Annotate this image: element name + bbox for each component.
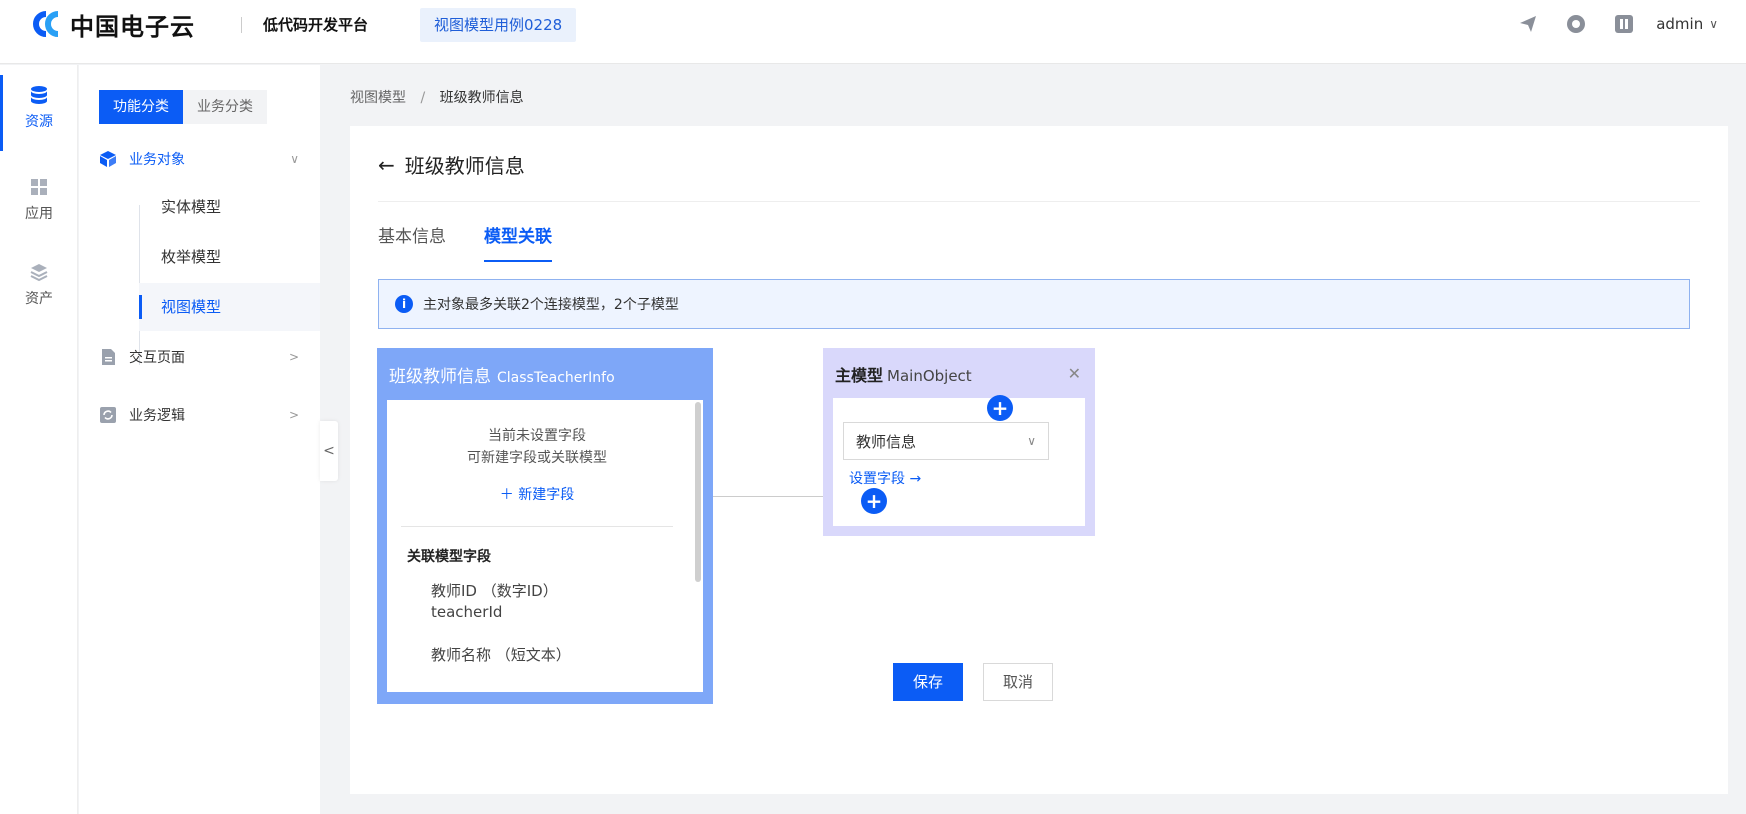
layers-icon [0,262,78,282]
apps-switch-icon[interactable] [1614,14,1634,34]
top-actions: admin ∨ [1490,10,1718,38]
page-header: ← 班级教师信息 [378,150,525,179]
main-model-select[interactable]: 教师信息 ∨ [843,422,1049,460]
view-model-code: ClassTeacherInfo [497,370,615,386]
chevron-down-icon: ∨ [290,152,299,166]
tab-model-relation[interactable]: 模型关联 [484,222,552,262]
breadcrumb: 视图模型 / 班级教师信息 [350,87,524,107]
relation-connector [713,496,823,497]
main-card: ← 班级教师信息 基本信息 模型关联 i 主对象最多关联2个连接模型，2个子模型… [350,126,1728,794]
rail-item-apps[interactable]: 应用 [0,177,78,223]
info-notice: i 主对象最多关联2个连接模型，2个子模型 [378,279,1690,329]
rail-item-assets[interactable]: 资产 [0,262,78,308]
tabs: 基本信息 模型关联 [378,222,590,262]
field-name: 教师ID （数字ID） [431,582,558,600]
main-model-label: 主模型 [835,366,884,385]
sidebar-group-pages[interactable]: 交互页面 > [99,343,299,371]
fields-scrollbar[interactable] [695,402,701,582]
rail-item-label: 资产 [25,291,53,307]
logic-icon [99,406,117,424]
breadcrumb-current: 班级教师信息 [439,90,524,106]
sidebar-group-label: 业务逻辑 [129,408,185,424]
field-code: teacherId [431,603,503,621]
cube-icon [99,150,117,168]
support-icon[interactable] [1566,14,1586,34]
rail-item-resources[interactable]: 资源 [0,85,78,131]
sidebar-group-business-objects[interactable]: 业务对象 ∨ [99,145,299,173]
header-divider [378,201,1700,202]
breadcrumb-separator: / [420,90,426,106]
brand-name: 中国电子云 [70,12,195,41]
notice-text: 主对象最多关联2个连接模型，2个子模型 [423,297,679,313]
brand-logo[interactable]: 中国电子云 [28,10,195,41]
page-title: 班级教师信息 [404,154,525,178]
chevron-down-icon[interactable]: ∨ [1709,17,1718,31]
secondary-sidebar: 功能分类 业务分类 业务对象 ∨ 实体模型 枚举模型 视图模型 交互页面 > 业… [79,65,320,814]
primary-rail: 资源 应用 资产 [0,65,78,814]
add-connection-model-button[interactable]: + [987,395,1013,421]
sidebar-group-label: 交互页面 [129,350,185,366]
chevron-down-icon: ∨ [1027,434,1036,448]
send-icon[interactable] [1518,14,1538,34]
view-model-name: 班级教师信息 [389,367,491,387]
chevron-right-icon: > [288,350,299,364]
database-icon [0,85,78,105]
sidebar-collapse-button[interactable]: < [320,421,338,481]
category-toggle: 功能分类 业务分类 [99,90,267,124]
brand-logo-icon [28,10,66,38]
main-model-code: MainObject [887,367,972,385]
empty-hint-line-1: 当前未设置字段 [488,428,586,444]
assoc-fields-title: 关联模型字段 [407,549,491,565]
close-icon[interactable]: ✕ [1068,364,1081,383]
main-model-title: 主模型 MainObject [835,362,972,386]
rail-item-label: 资源 [25,114,53,130]
cancel-button[interactable]: 取消 [983,663,1053,701]
segment-functional[interactable]: 功能分类 [99,90,183,124]
user-name[interactable]: admin [1656,15,1703,33]
chevron-right-icon: > [288,408,299,422]
view-model-fields[interactable]: 当前未设置字段 可新建字段或关联模型 ＋ 新建字段 关联模型字段 教师ID （数… [387,400,703,692]
platform-name: 低代码开发平台 [263,16,369,34]
breadcrumb-root[interactable]: 视图模型 [350,90,406,106]
top-bar: 中国电子云 低代码开发平台 视图模型用例0228 admin ∨ [0,0,1746,64]
fields-divider [401,526,673,527]
view-model-title: 班级教师信息 ClassTeacherInfo [389,362,615,387]
save-button[interactable]: 保存 [893,663,963,701]
sidebar-group-logic[interactable]: 业务逻辑 > [99,401,299,429]
tab-basic-info[interactable]: 基本信息 [378,222,446,262]
empty-hint-line-2: 可新建字段或关联模型 [467,450,607,466]
current-app-tag[interactable]: 视图模型用例0228 [420,8,577,42]
grid-icon [0,177,78,197]
sidebar-item-enum-model[interactable]: 枚举模型 [139,233,320,281]
chevron-left-icon: < [323,443,335,459]
sidebar-group-label: 业务对象 [129,152,185,168]
rail-item-label: 应用 [25,206,53,222]
field-name: 教师名称 （短文本） [431,646,571,664]
header-divider [241,17,242,33]
add-child-model-button[interactable]: + [861,488,887,514]
back-arrow-icon[interactable]: ← [378,153,395,177]
new-field-button[interactable]: ＋ 新建字段 [387,484,687,504]
set-fields-link[interactable]: 设置字段 → [849,468,921,488]
main-model-select-value: 教师信息 [856,432,917,451]
view-model-panel: 班级教师信息 ClassTeacherInfo 当前未设置字段 可新建字段或关联模… [377,348,713,704]
info-icon: i [395,295,413,313]
page-icon [99,348,117,366]
sidebar-item-entity-model[interactable]: 实体模型 [139,183,320,231]
sidebar-item-view-model[interactable]: 视图模型 [139,283,320,331]
segment-business[interactable]: 业务分类 [183,90,267,124]
